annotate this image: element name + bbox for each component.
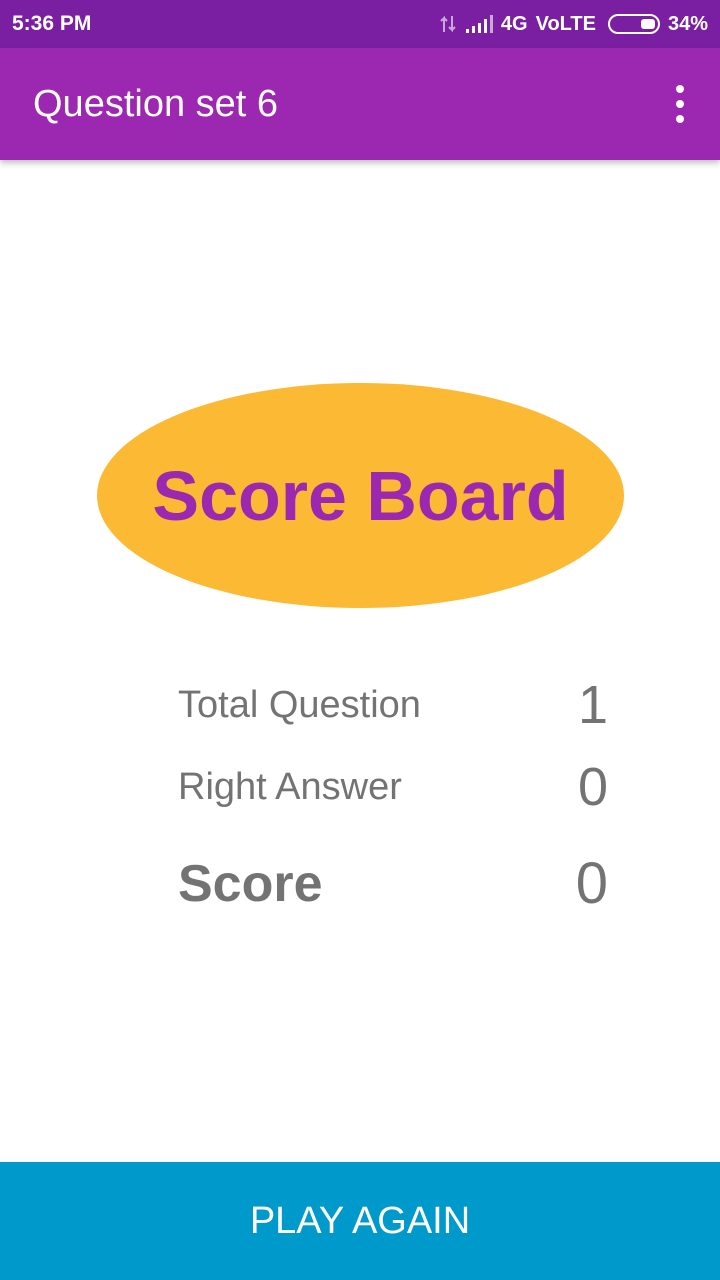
total-question-value: 1 [577,675,608,735]
status-time: 5:36 PM [12,12,92,35]
score-row: Score 0 [178,850,608,917]
battery-percent: 34% [667,12,708,35]
status-icons: 4G VoLTE 34% [439,13,708,36]
score-value: 0 [575,851,608,916]
battery-icon [607,14,660,34]
network-type: 4G [500,12,528,35]
data-transfer-icon [440,15,456,33]
right-answer-row: Right Answer 0 [178,756,608,818]
more-vert-icon[interactable] [668,80,692,128]
score-board-title: Score Board [152,456,569,535]
right-answer-value: 0 [577,757,608,817]
total-question-row: Total Question 1 [178,674,608,736]
status-bar: 5:36 PM 4G VoLTE 34% [0,0,720,48]
score-label: Score [178,854,323,913]
signal-icon [465,15,493,33]
volte-indicator: VoLTE [535,12,596,35]
play-again-button[interactable]: PLAY AGAIN [0,1162,720,1280]
score-board-badge: Score Board [97,383,624,608]
app-bar: Question set 6 [0,48,720,160]
page-title: Question set 6 [33,82,279,125]
right-answer-label: Right Answer [178,765,402,808]
total-question-label: Total Question [178,683,421,726]
